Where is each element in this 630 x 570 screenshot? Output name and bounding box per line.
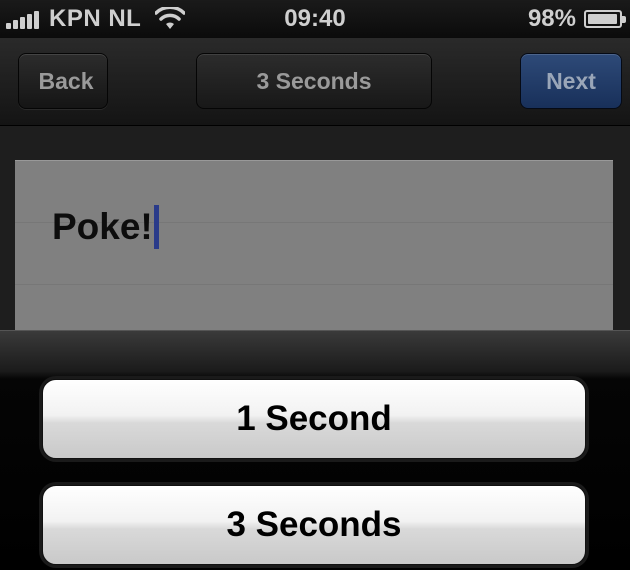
option-3-seconds-button[interactable]: 3 Seconds [42,485,586,565]
status-bar: KPN NL 09:40 98% [0,0,630,38]
nav-title[interactable]: 3 Seconds [196,53,432,109]
text-caret [153,205,159,249]
text-line: Poke! [52,205,159,249]
content-area: Poke! [0,126,630,340]
back-button-label: Back [38,67,94,94]
action-sheet: 1 Second 3 Seconds [0,330,630,570]
next-button-label: Next [546,67,596,94]
next-button[interactable]: Next [520,53,622,109]
navigation-bar: Back 3 Seconds Next [0,38,630,126]
screen: KPN NL 09:40 98% Back 3 Seconds Next Pok… [0,0,630,570]
status-right: 98% [527,5,626,33]
battery-percent: 98% [527,5,576,32]
option-label: 1 Second [236,399,392,438]
nav-title-label: 3 Seconds [256,67,372,94]
back-button[interactable]: Back [0,53,108,109]
battery-icon [584,10,626,28]
battery-fill [588,14,618,24]
option-label: 3 Seconds [226,505,402,544]
message-text: Poke! [52,206,153,247]
option-1-second-button[interactable]: 1 Second [42,379,586,459]
message-text-area[interactable]: Poke! [15,160,613,340]
